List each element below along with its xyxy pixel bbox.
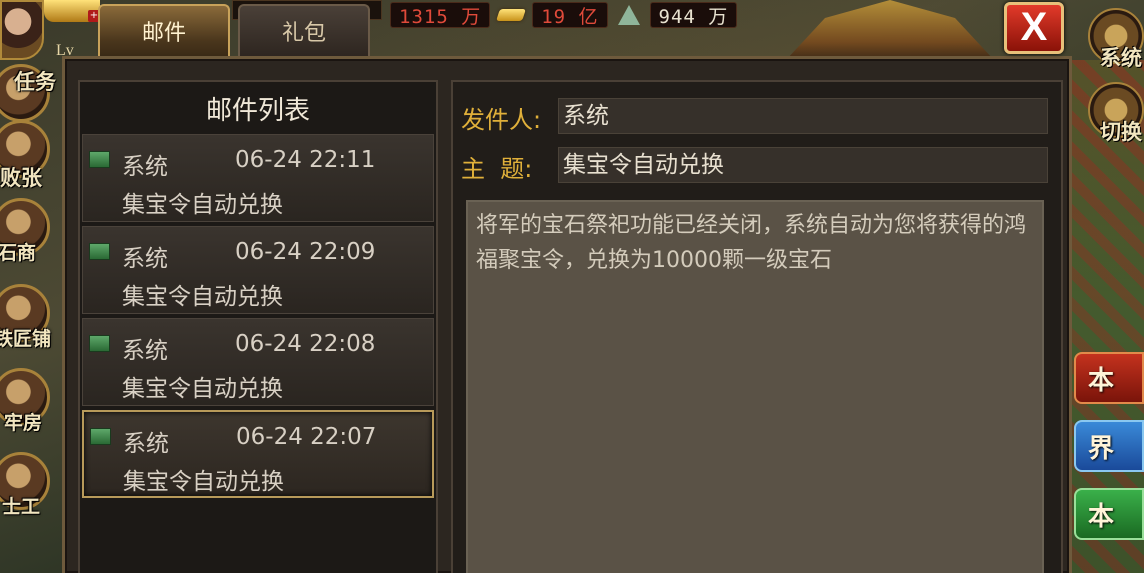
mail-list-item[interactable]: 系统 06-24 22:09 集宝令自动兑换: [82, 226, 434, 314]
side-menu-task[interactable]: 任务: [0, 64, 66, 122]
jade-icon: [614, 3, 644, 27]
side-menu-label: 败张: [0, 165, 42, 190]
mail-subject: 集宝令自动兑换: [122, 284, 283, 310]
gold-ingot-icon: [496, 3, 527, 27]
resource-value-1: 1315 万: [390, 2, 491, 28]
player-avatar[interactable]: [0, 0, 44, 60]
side-menu-taoist[interactable]: 士工: [0, 452, 66, 518]
close-button[interactable]: X: [1004, 2, 1064, 54]
side-menu-label: 任务: [14, 69, 56, 94]
tab-gift[interactable]: 礼包: [238, 4, 370, 56]
mail-sender: 系统: [123, 431, 169, 457]
side-menu-gem-shop[interactable]: 石商: [0, 198, 66, 264]
switch-label: 切换: [1100, 119, 1142, 144]
mail-date: 06-24 22:08: [235, 331, 376, 357]
subject-field: 集宝令自动兑换: [558, 147, 1048, 183]
mail-subject: 集宝令自动兑换: [122, 192, 283, 218]
envelope-icon: [89, 243, 110, 260]
side-menu-label: 铁匠铺: [0, 328, 52, 350]
side-menu-defeat[interactable]: 败张: [0, 120, 66, 190]
mail-list-item[interactable]: 系统 06-24 22:11 集宝令自动兑换: [82, 134, 434, 222]
mail-sender: 系统: [122, 154, 168, 180]
mail-list-item[interactable]: 系统 06-24 22:08 集宝令自动兑换: [82, 318, 434, 406]
right-button-1[interactable]: 本: [1074, 352, 1144, 404]
mail-list-item-selected[interactable]: 系统 06-24 22:07 集宝令自动兑换: [82, 410, 434, 498]
resource-bar: 1315 万 19 亿 944 万: [390, 0, 738, 30]
side-menu-label: 牢房: [4, 412, 43, 434]
side-menu-prison[interactable]: 牢房: [0, 368, 66, 434]
mail-subject: 集宝令自动兑换: [122, 376, 283, 402]
mail-subject: 集宝令自动兑换: [123, 469, 284, 495]
envelope-icon: [89, 335, 110, 352]
tab-mail[interactable]: 邮件: [98, 4, 230, 56]
right-button-3[interactable]: 本: [1074, 488, 1144, 540]
sender-label: 发件人:: [461, 106, 542, 134]
side-menu-label: 石商: [0, 242, 37, 264]
envelope-icon: [89, 151, 110, 168]
envelope-icon: [90, 428, 111, 445]
mail-date: 06-24 22:09: [235, 239, 376, 265]
resource-value-3: 944 万: [649, 2, 738, 28]
right-button-2[interactable]: 界: [1074, 420, 1144, 472]
mail-date: 06-24 22:11: [235, 147, 376, 173]
sender-field: 系统: [558, 98, 1048, 134]
mail-list-title: 邮件列表: [205, 95, 310, 126]
system-label: 系统: [1100, 45, 1142, 70]
subject-label: 主 题:: [461, 155, 533, 183]
mail-body: 将军的宝石祭祀功能已经关闭，系统自动为您将获得的鸿福聚宝令，兑换为10000颗一…: [466, 200, 1044, 573]
mail-date: 06-24 22:07: [236, 424, 377, 450]
resource-value-2: 19 亿: [532, 2, 608, 28]
side-menu-label: 士工: [2, 496, 41, 518]
mail-sender: 系统: [122, 246, 168, 272]
side-menu-blacksmith[interactable]: 铁匠铺: [0, 284, 66, 350]
mail-sender: 系统: [122, 338, 168, 364]
palace-roof: [786, 0, 994, 60]
